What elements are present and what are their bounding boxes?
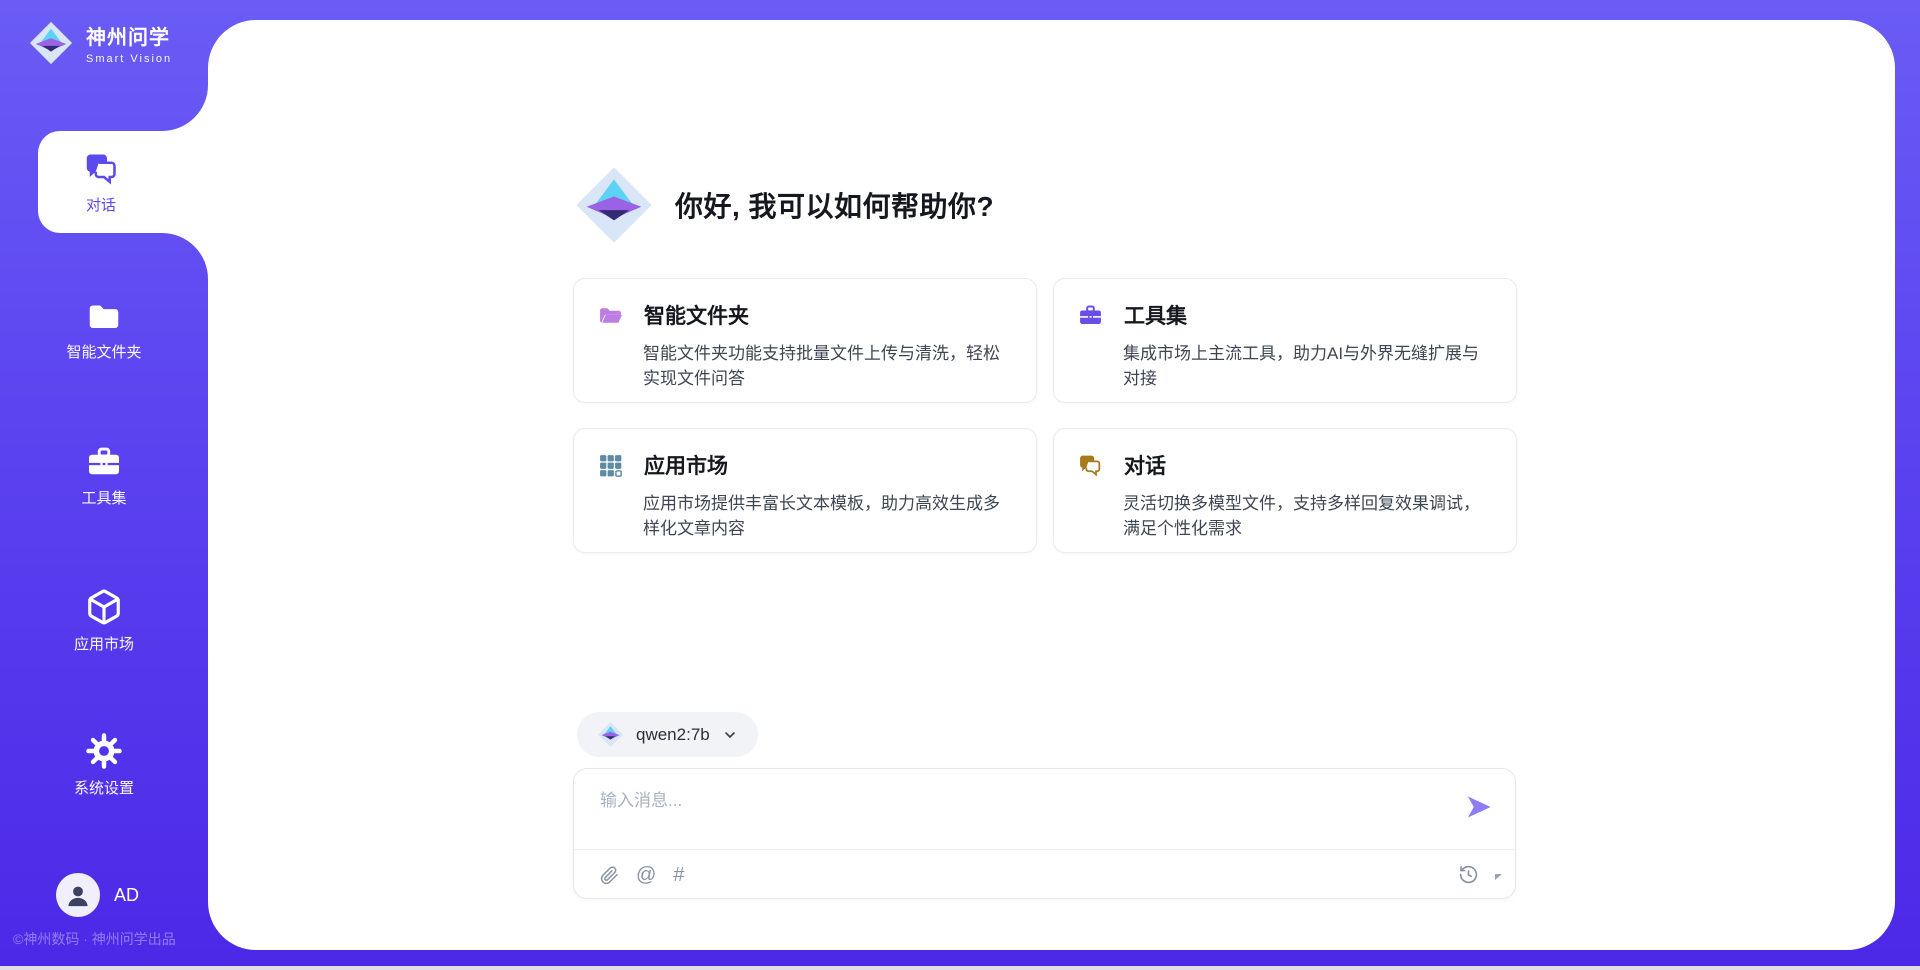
brand: 神州问学 Smart Vision (28, 20, 172, 66)
feature-cards: 智能文件夹 智能文件夹功能支持批量文件上传与清洗，轻松实现文件问答 (573, 278, 1517, 553)
greeting-text: 你好, 我可以如何帮助你? (675, 185, 994, 225)
paperclip-icon[interactable] (600, 866, 619, 885)
sidebar-item-chat[interactable]: 对话 (38, 131, 208, 233)
card-description: 灵活切换多模型文件，支持多样回复效果调试，满足个性化需求 (1123, 491, 1492, 541)
card-smart-folders[interactable]: 智能文件夹 智能文件夹功能支持批量文件上传与清洗，轻松实现文件问答 (573, 278, 1037, 403)
card-toolset[interactable]: 工具集 集成市场上主流工具，助力AI与外界无缝扩展与对接 (1053, 278, 1517, 403)
toolbox-icon (1078, 303, 1103, 328)
folder-icon (86, 298, 122, 334)
card-title: 对话 (1124, 450, 1166, 480)
sidebar-footer: ©神州数码 · 神州问学出品 (13, 929, 176, 949)
sidebar-item-smart-folders[interactable]: 智能文件夹 (0, 298, 208, 374)
grid-icon (598, 453, 623, 478)
model-name: qwen2:7b (636, 725, 710, 745)
user-initials: AD (114, 885, 139, 906)
avatar (56, 873, 100, 917)
sidebar-item-label: 应用市场 (74, 633, 134, 654)
brand-name: 神州问学 (86, 21, 172, 50)
chevron-down-icon (722, 727, 738, 743)
message-composer: @ # (573, 768, 1516, 899)
sidebar-item-label: 对话 (86, 194, 116, 215)
brand-subtitle: Smart Vision (86, 53, 172, 65)
folder-icon (598, 303, 623, 328)
card-description: 智能文件夹功能支持批量文件上传与清洗，轻松实现文件问答 (643, 341, 1012, 391)
person-icon (64, 881, 92, 909)
app-root: 神州问学 Smart Vision 对话 智能文件夹 (0, 0, 1920, 970)
brand-gem-logo-icon (28, 20, 74, 66)
toolbox-icon (86, 444, 122, 480)
message-input[interactable] (600, 786, 1440, 842)
composer-divider (574, 849, 1515, 850)
at-icon[interactable]: @ (636, 865, 656, 885)
card-app-market[interactable]: 应用市场 应用市场提供丰富长文本模板，助力高效生成多样化文章内容 (573, 428, 1037, 553)
cube-icon (85, 588, 123, 626)
sidebar-item-label: 工具集 (81, 487, 126, 508)
sidebar-item-app-market[interactable]: 应用市场 (0, 588, 208, 664)
chat-bubbles-icon (83, 150, 119, 186)
card-description: 应用市场提供丰富长文本模板，助力高效生成多样化文章内容 (643, 491, 1012, 541)
chat-bubbles-icon (1078, 453, 1103, 478)
sidebar-item-label: 智能文件夹 (66, 341, 141, 362)
model-selector[interactable]: qwen2:7b (577, 712, 758, 757)
window-bottom-edge (0, 966, 1920, 970)
card-title: 应用市场 (644, 450, 728, 480)
send-icon[interactable] (1465, 793, 1493, 821)
gem-logo-icon (573, 164, 655, 246)
card-chat[interactable]: 对话 灵活切换多模型文件，支持多样回复效果调试，满足个性化需求 (1053, 428, 1517, 553)
user-profile[interactable]: AD (56, 873, 139, 917)
gear-icon (85, 732, 123, 770)
sidebar-item-settings[interactable]: 系统设置 (0, 732, 208, 808)
card-title: 智能文件夹 (644, 300, 749, 330)
greeting: 你好, 我可以如何帮助你? (573, 163, 994, 247)
sidebar-item-toolset[interactable]: 工具集 (0, 444, 208, 520)
gem-logo-icon (597, 721, 624, 748)
card-title: 工具集 (1124, 300, 1187, 330)
history-icon[interactable] (1458, 864, 1479, 885)
hash-icon[interactable]: # (673, 865, 684, 885)
sidebar-item-label: 系统设置 (74, 777, 134, 798)
card-description: 集成市场上主流工具，助力AI与外界无缝扩展与对接 (1123, 341, 1492, 391)
